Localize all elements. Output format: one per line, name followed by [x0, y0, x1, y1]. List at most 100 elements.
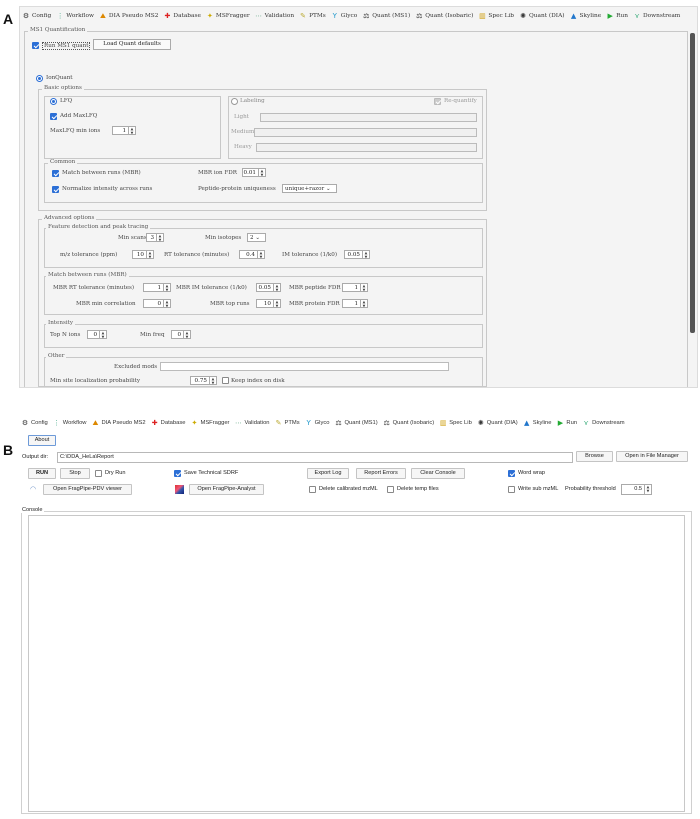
tab-workflow[interactable]: ⋮ Workflow: [51, 414, 90, 431]
tab-quant-isobaric[interactable]: ⚖ Quant (Isobaric): [413, 7, 476, 24]
light-input[interactable]: [260, 113, 477, 122]
tab-dia-pseudo[interactable]: ⛰ DIA Pseudo MS2: [97, 7, 162, 24]
mbr-checkbox[interactable]: [52, 170, 59, 177]
min-isotopes-combo[interactable]: 2 ⌄: [247, 233, 266, 242]
open-fragpipe-analyst-button[interactable]: Open FragPipe-Analyst: [189, 484, 264, 495]
panel-label-a: A: [3, 11, 14, 27]
tab-config[interactable]: ⚙ Config: [19, 414, 51, 431]
mbr-rt-tolerance-spinner[interactable]: 1 ▲ ▼: [143, 283, 171, 292]
min-site-probability-spinner[interactable]: 0.75 ▲ ▼: [190, 376, 217, 385]
tab-skyline[interactable]: ▲ Skyline: [568, 7, 605, 24]
mbr-top-runs-spinner[interactable]: 10 ▲ ▼: [256, 299, 281, 308]
add-maxlfq-checkbox[interactable]: [50, 113, 57, 120]
tab-dia-pseudo[interactable]: ⛰ DIA Pseudo MS2: [90, 414, 149, 431]
mbr-protein-fdr-spinner[interactable]: 1 ▲ ▼: [342, 299, 368, 308]
tab-run[interactable]: ▶ Run: [554, 414, 580, 431]
spinner-arrows-icon[interactable]: ▲ ▼: [146, 251, 153, 259]
tab-validation[interactable]: ⋯ Validation: [253, 7, 297, 24]
panel-a-ms1-quant: ⚙ Config ⋮ Workflow ⛰ DIA Pseudo MS2 ✚ Database…: [19, 6, 698, 388]
run-ms1-quant-label[interactable]: Run MS1 quant: [42, 42, 91, 50]
uniqueness-combo[interactable]: unique+razor ⌄: [282, 184, 337, 193]
open-file-manager-button[interactable]: Open in File Manager: [616, 451, 688, 462]
medium-input[interactable]: [254, 128, 477, 137]
keep-index-checkbox[interactable]: [222, 377, 229, 384]
tab-msfragger[interactable]: ✦ MSFragger: [188, 414, 232, 431]
spinner-arrows-icon[interactable]: ▲ ▼: [257, 251, 264, 259]
tab-quant-dia[interactable]: ✺ Quant (DIA): [517, 7, 568, 24]
load-quant-defaults-button[interactable]: Load Quant defaults: [93, 39, 171, 50]
spinner-arrows-icon[interactable]: ▲ ▼: [258, 169, 265, 177]
about-button[interactable]: About: [28, 435, 56, 446]
mbr-min-correlation-spinner[interactable]: 0 ▲ ▼: [143, 299, 171, 308]
tab-validation[interactable]: ⋯ Validation: [232, 414, 272, 431]
tab-database[interactable]: ✚ Database: [149, 414, 189, 431]
mbr-ion-fdr-spinner[interactable]: 0.01 ▲ ▼: [242, 168, 266, 177]
delete-temp-checkbox[interactable]: [387, 486, 394, 493]
spinner-arrows-icon[interactable]: ▲ ▼: [99, 331, 106, 339]
spinner-arrows-icon[interactable]: ▲ ▼: [644, 485, 651, 495]
spinner-arrows-icon[interactable]: ▲ ▼: [362, 251, 369, 259]
spinner-arrows-icon[interactable]: ▲ ▼: [360, 284, 367, 292]
tab-glyco[interactable]: Y Glyco: [303, 414, 333, 431]
run-button[interactable]: RUN: [28, 468, 56, 479]
requantify-checkbox[interactable]: [434, 98, 441, 105]
tab-msfragger[interactable]: ✦ MSFragger: [204, 7, 253, 24]
tab-quant-ms1[interactable]: ⚖ Quant (MS1): [332, 414, 380, 431]
tab-database[interactable]: ✚ Database: [161, 7, 203, 24]
tab-spec-lib[interactable]: ▥ Spec Lib: [476, 7, 517, 24]
tab-quant-ms1[interactable]: ⚖ Quant (MS1): [360, 7, 413, 24]
browse-button[interactable]: Browse: [576, 451, 613, 462]
mz-tolerance-spinner[interactable]: 10 ▲ ▼: [132, 250, 154, 259]
ionquant-radio[interactable]: [36, 75, 43, 82]
mbr-peptide-fdr-spinner[interactable]: 1 ▲ ▼: [342, 283, 368, 292]
spinner-arrows-icon[interactable]: ▲ ▼: [273, 284, 280, 292]
maxlfq-min-ions-spinner[interactable]: 1 ▲ ▼: [112, 126, 136, 135]
min-scans-spinner[interactable]: 3 ▲ ▼: [146, 233, 164, 242]
console-output[interactable]: [28, 515, 685, 812]
dry-run-checkbox[interactable]: [95, 470, 102, 477]
tab-spec-lib[interactable]: ▥ Spec Lib: [437, 414, 475, 431]
vertical-scrollbar[interactable]: [690, 33, 695, 333]
tab-config[interactable]: ⚙ Config: [20, 7, 54, 24]
spinner-arrows-icon[interactable]: ▲ ▼: [360, 300, 367, 308]
min-freq-spinner[interactable]: 0 ▲ ▼: [171, 330, 191, 339]
save-sdrf-checkbox[interactable]: [174, 470, 181, 477]
open-pdv-viewer-button[interactable]: Open FragPipe-PDV viewer: [43, 484, 132, 495]
output-dir-input[interactable]: C:\DDA_HeLa\Report: [57, 452, 573, 463]
mbr-im-tolerance-spinner[interactable]: 0.05 ▲ ▼: [256, 283, 281, 292]
tab-downstream[interactable]: ⋎ Downstream: [631, 7, 683, 24]
labeling-radio[interactable]: [231, 98, 238, 105]
spinner-arrows-icon[interactable]: ▲ ▼: [128, 127, 135, 135]
stop-button[interactable]: Stop: [60, 468, 90, 479]
normalize-checkbox[interactable]: [52, 186, 59, 193]
spinner-arrows-icon[interactable]: ▲ ▼: [273, 300, 280, 308]
probability-threshold-spinner[interactable]: 0.5 ▲ ▼: [621, 484, 652, 495]
top-n-ions-spinner[interactable]: 0 ▲ ▼: [87, 330, 107, 339]
word-wrap-checkbox[interactable]: [508, 470, 515, 477]
tab-glyco[interactable]: Y Glyco: [329, 7, 361, 24]
tab-skyline[interactable]: ▲ Skyline: [521, 414, 555, 431]
clear-console-button[interactable]: Clear Console: [411, 468, 465, 479]
tab-ptms[interactable]: ✎ PTMs: [297, 7, 329, 24]
tab-downstream[interactable]: ⋎ Downstream: [580, 414, 628, 431]
lfq-radio[interactable]: [50, 98, 57, 105]
tab-quant-isobaric[interactable]: ⚖ Quant (Isobaric): [381, 414, 438, 431]
spinner-arrows-icon[interactable]: ▲ ▼: [163, 284, 170, 292]
excluded-mods-input[interactable]: [160, 362, 449, 371]
write-sub-mzml-checkbox[interactable]: [508, 486, 515, 493]
tab-workflow[interactable]: ⋮ Workflow: [54, 7, 97, 24]
heavy-input[interactable]: [256, 143, 477, 152]
tab-run[interactable]: ▶ Run: [604, 7, 631, 24]
spinner-arrows-icon[interactable]: ▲ ▼: [156, 234, 163, 242]
spinner-arrows-icon[interactable]: ▲ ▼: [209, 377, 216, 385]
tab-quant-dia[interactable]: ✺ Quant (DIA): [475, 414, 521, 431]
run-ms1-quant-checkbox[interactable]: [32, 42, 39, 49]
spinner-arrows-icon[interactable]: ▲ ▼: [183, 331, 190, 339]
rt-tolerance-spinner[interactable]: 0.4 ▲ ▼: [239, 250, 265, 259]
export-log-button[interactable]: Export Log: [307, 468, 349, 479]
tab-ptms[interactable]: ✎ PTMs: [273, 414, 303, 431]
spinner-arrows-icon[interactable]: ▲ ▼: [163, 300, 170, 308]
im-tolerance-spinner[interactable]: 0.05 ▲ ▼: [344, 250, 370, 259]
report-errors-button[interactable]: Report Errors: [356, 468, 406, 479]
delete-mzml-checkbox[interactable]: [309, 486, 316, 493]
